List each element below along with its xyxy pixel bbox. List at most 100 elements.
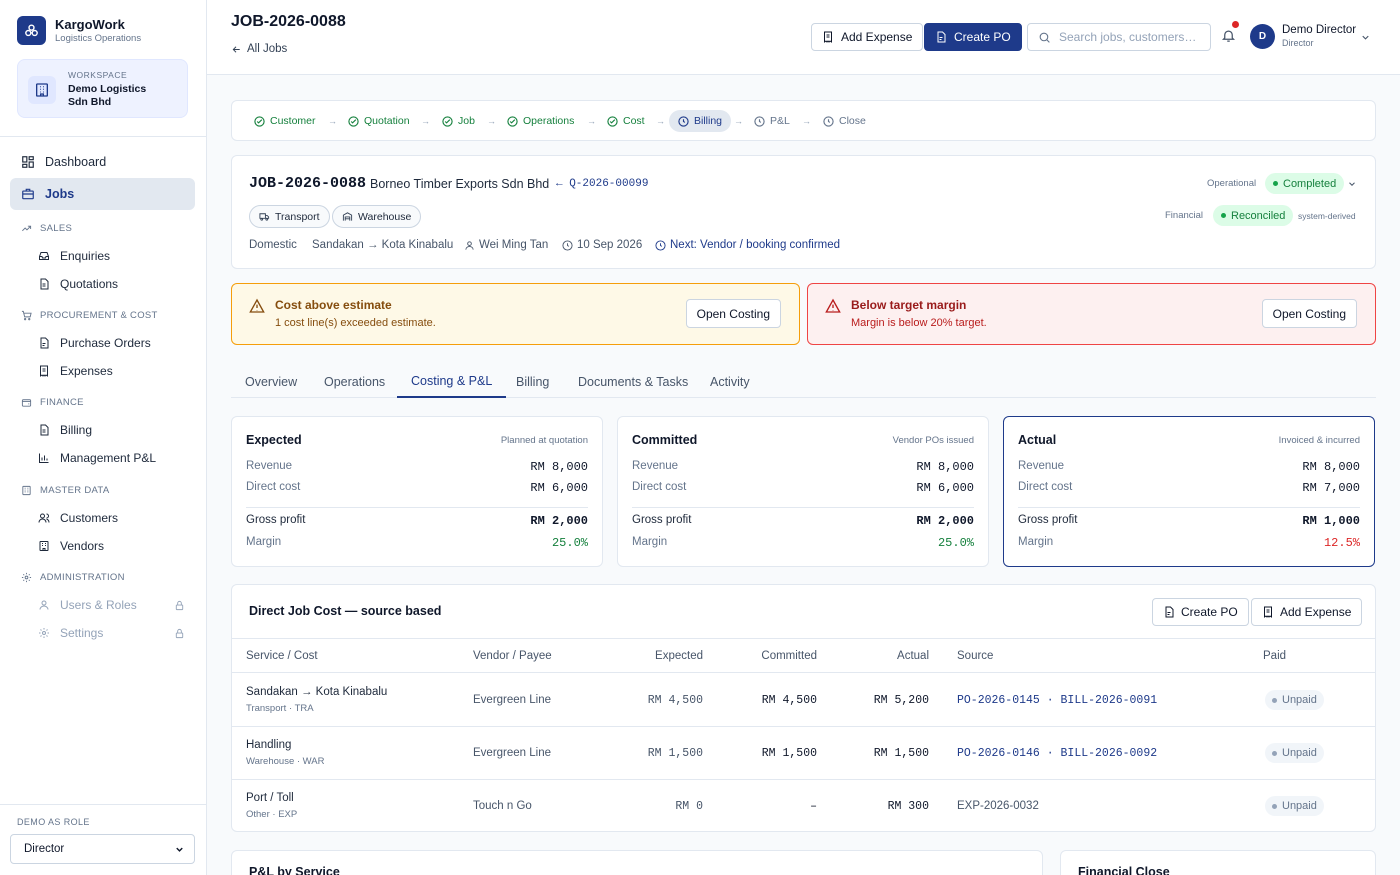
user-icon bbox=[39, 600, 49, 610]
cell-source-link[interactable]: PO-2026-0146 · BILL-2026-0092 bbox=[957, 747, 1157, 760]
tab-billing[interactable]: Billing bbox=[502, 365, 563, 398]
workspace-label: WORKSPACE bbox=[68, 70, 128, 80]
table-row[interactable]: Handling Warehouse · WAR Evergreen Line … bbox=[232, 727, 1375, 780]
file-icon bbox=[1165, 606, 1174, 618]
nav-section-sales: SALES bbox=[21, 223, 72, 234]
tab-overview[interactable]: Overview bbox=[231, 365, 311, 398]
nav-billing[interactable]: Billing bbox=[38, 423, 188, 437]
cell-committed: RM 1,500 bbox=[761, 747, 817, 760]
create-po-button[interactable]: Create PO bbox=[1152, 598, 1249, 626]
nav-dashboard-label: Dashboard bbox=[45, 155, 107, 169]
pl-label: Direct cost bbox=[632, 481, 687, 493]
add-expense-button[interactable]: Add Expense bbox=[1251, 598, 1363, 626]
pl-cost-row: Direct cost RM 6,000 bbox=[632, 481, 974, 495]
pl-label: Gross profit bbox=[246, 514, 306, 526]
status-dot bbox=[1272, 803, 1277, 809]
nav-management-pl[interactable]: Management P&L bbox=[38, 451, 188, 465]
building-icon bbox=[39, 541, 49, 551]
brand-name: KargoWork bbox=[55, 17, 125, 32]
job-type-label: Domestic bbox=[249, 239, 297, 251]
pl-value: RM 2,000 bbox=[916, 514, 974, 528]
nav-purchase-orders[interactable]: Purchase Orders bbox=[38, 336, 188, 350]
building-icon bbox=[28, 76, 56, 104]
role-select[interactable]: Director bbox=[10, 834, 195, 864]
add-expense-button[interactable]: Add Expense bbox=[811, 23, 924, 51]
pl-value: 25.0% bbox=[937, 536, 974, 550]
tab-activity[interactable]: Activity bbox=[696, 365, 764, 398]
create-po-button[interactable]: Create PO bbox=[924, 23, 1022, 51]
tab-operations[interactable]: Operations bbox=[310, 365, 399, 398]
step-job[interactable]: Job bbox=[442, 110, 475, 132]
receipt-icon bbox=[824, 31, 832, 43]
tab-costing-pl[interactable]: Costing & P&L bbox=[397, 365, 507, 398]
step-pl[interactable]: P&L bbox=[754, 110, 790, 132]
nav-jobs[interactable]: Jobs bbox=[10, 178, 195, 210]
brand[interactable]: KargoWork Logistics Operations bbox=[17, 16, 141, 45]
cell-vendor: Touch n Go bbox=[473, 800, 532, 812]
arrow-right-icon: → bbox=[734, 116, 743, 126]
open-costing-button[interactable]: Open Costing bbox=[685, 299, 781, 328]
pl-margin-row: Margin 25.0% bbox=[246, 536, 588, 550]
nav-section-admin: ADMINISTRATION bbox=[21, 572, 125, 583]
search-input[interactable]: Search jobs, customers… bbox=[1027, 23, 1211, 51]
cell-source: EXP-2026-0032 bbox=[957, 800, 1039, 812]
pl-value: RM 6,000 bbox=[530, 481, 588, 495]
step-quotation[interactable]: Quotation bbox=[348, 110, 410, 132]
step-close[interactable]: Close bbox=[823, 110, 866, 132]
user-name[interactable]: Demo Director bbox=[1282, 24, 1356, 36]
pl-value: RM 1,000 bbox=[1302, 514, 1360, 528]
tab-documents-tasks[interactable]: Documents & Tasks bbox=[564, 365, 702, 398]
role-label: DEMO AS ROLE bbox=[17, 817, 90, 827]
column-header: Service / Cost bbox=[246, 650, 318, 662]
file-icon bbox=[40, 337, 49, 349]
operational-status-badge[interactable]: Completed bbox=[1265, 173, 1345, 194]
nav-expenses[interactable]: Expenses bbox=[38, 364, 188, 378]
job-route: Sandakan → Kota Kinabalu bbox=[312, 239, 453, 251]
nav-users-roles: Users & Roles bbox=[38, 598, 188, 612]
step-operations[interactable]: Operations bbox=[507, 110, 574, 132]
paid-status-badge: Unpaid bbox=[1265, 690, 1324, 710]
cart-icon bbox=[21, 310, 32, 321]
kargowork-logo-icon bbox=[17, 16, 46, 45]
table-row[interactable]: Sandakan → Kota Kinabalu Transport · TRA… bbox=[232, 674, 1375, 727]
service-pill-transport: Transport bbox=[249, 205, 330, 228]
chevron-down-icon[interactable] bbox=[1360, 32, 1371, 43]
nav-jobs-label: Jobs bbox=[45, 187, 75, 201]
cell-actual: RM 300 bbox=[887, 800, 929, 813]
service-pill-warehouse: Warehouse bbox=[332, 205, 422, 228]
step-cost[interactable]: Cost bbox=[607, 110, 645, 132]
workspace-card[interactable]: WORKSPACE Demo Logistics Sdn Bhd bbox=[17, 59, 188, 118]
sidebar: KargoWork Logistics Operations WORKSPACE… bbox=[0, 0, 207, 875]
open-costing-button[interactable]: Open Costing bbox=[1261, 299, 1357, 328]
search-icon bbox=[1039, 32, 1050, 43]
table-row[interactable]: Port / Toll Other · EXP Touch n Go RM 0 … bbox=[232, 780, 1375, 833]
nav-customers[interactable]: Customers bbox=[38, 511, 188, 525]
avatar[interactable]: D bbox=[1250, 24, 1275, 49]
column-header: Vendor / Payee bbox=[473, 650, 552, 662]
job-quote-link[interactable]: ← Q-2026-00099 bbox=[556, 178, 648, 190]
cell-source-link[interactable]: PO-2026-0145 · BILL-2026-0091 bbox=[957, 694, 1157, 707]
nav-section-master-label: MASTER DATA bbox=[40, 485, 110, 496]
chevron-down-icon[interactable] bbox=[1347, 179, 1357, 189]
job-next-step[interactable]: Next: Vendor / booking confirmed bbox=[655, 239, 840, 251]
step-customer[interactable]: Customer bbox=[254, 110, 316, 132]
pl-card-actual: Actual Invoiced & incurred Revenue RM 8,0… bbox=[1003, 416, 1375, 567]
nav-quotations[interactable]: Quotations bbox=[38, 277, 188, 291]
back-link[interactable]: All Jobs bbox=[231, 43, 287, 55]
nav-enquiries[interactable]: Enquiries bbox=[38, 249, 188, 263]
lock-icon bbox=[175, 600, 184, 610]
bell-icon[interactable] bbox=[1221, 28, 1236, 43]
pl-revenue-row: Revenue RM 8,000 bbox=[1018, 460, 1360, 474]
nav-vendors[interactable]: Vendors bbox=[38, 539, 188, 553]
job-stepper: Customer → Quotation → Job → Operations … bbox=[231, 100, 1376, 141]
clock-icon bbox=[678, 115, 689, 127]
file-icon bbox=[937, 31, 946, 43]
nav-section-procurement: PROCUREMENT & COST bbox=[21, 310, 158, 321]
job-customer[interactable]: Borneo Timber Exports Sdn Bhd bbox=[370, 177, 549, 191]
step-billing[interactable]: Billing bbox=[669, 110, 732, 132]
step-label: Cost bbox=[623, 115, 645, 127]
job-owner-label: Wei Ming Tan bbox=[479, 239, 549, 251]
nav-dashboard[interactable]: Dashboard bbox=[10, 146, 195, 178]
step-label: Billing bbox=[694, 115, 723, 127]
pill-label: Transport bbox=[275, 210, 320, 223]
